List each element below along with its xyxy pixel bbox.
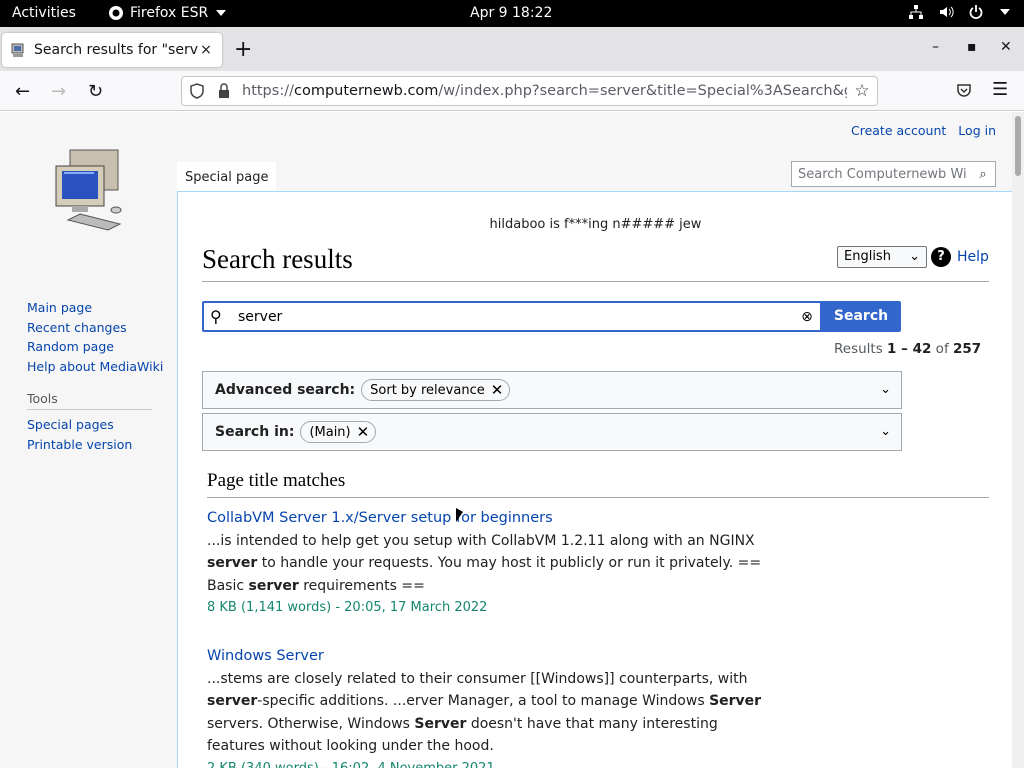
search-input-value: server: [238, 308, 283, 325]
search-match-highlight: server: [207, 693, 258, 709]
app-menu[interactable]: Firefox ESR: [108, 5, 227, 21]
computer-favicon-icon: [11, 43, 24, 57]
network-icon: [909, 5, 923, 19]
page-scrollbar[interactable]: [1012, 112, 1024, 768]
snippet-text: servers. Otherwise, Windows: [207, 715, 415, 732]
close-window-icon[interactable]: ✕: [1000, 39, 1012, 55]
power-icon: [969, 5, 983, 19]
nav-main-page[interactable]: Main page: [27, 298, 163, 318]
pocket-icon[interactable]: [956, 83, 972, 99]
hamburger-menu-icon[interactable]: ☰: [992, 79, 1008, 100]
system-top-bar: Activities Firefox ESR Apr 9 18:22: [0, 0, 1024, 27]
new-tab-button[interactable]: +: [234, 37, 252, 62]
chevron-down-icon[interactable]: ⌄: [880, 382, 891, 397]
search-in-label: Search in:: [215, 424, 295, 440]
search-result: CollabVM Server 1.x/Server setup for beg…: [207, 507, 767, 620]
log-in-link[interactable]: Log in: [958, 123, 996, 138]
nav-help[interactable]: Help about MediaWiki: [27, 357, 163, 377]
chip-remove-icon[interactable]: ✕: [491, 381, 504, 399]
result-meta: 2 KB (340 words) - 16:02, 4 November 202…: [207, 760, 495, 768]
nav-recent-changes[interactable]: Recent changes: [27, 318, 163, 338]
firefox-icon: [109, 6, 123, 20]
tab-strip: Search results for "server × + – ▪ ✕: [0, 27, 1024, 71]
maximize-icon[interactable]: ▪: [967, 39, 977, 55]
results-count: Results 1 – 42 of 257: [834, 341, 982, 357]
tab-special-page[interactable]: Special page: [177, 162, 276, 192]
chevron-down-icon: [216, 10, 227, 16]
namespace-chip[interactable]: (Main) ✕: [300, 421, 377, 443]
snippet-text: ...is intended to help get you setup wit…: [207, 532, 755, 549]
search-icon: ⚲: [210, 307, 222, 326]
help-icon: ?: [931, 247, 951, 267]
tools-list: Special pages Printable version: [27, 415, 132, 454]
section-heading: Page title matches: [207, 470, 989, 498]
tools-printable-version[interactable]: Printable version: [27, 435, 132, 455]
computer-logo-icon[interactable]: [50, 148, 128, 232]
shield-icon[interactable]: [190, 83, 204, 99]
tab-close-icon[interactable]: ×: [198, 42, 214, 58]
result-title-link[interactable]: CollabVM Server 1.x/Server setup for beg…: [207, 507, 767, 530]
clear-icon[interactable]: ⊗: [794, 309, 820, 325]
search-match-highlight: Server: [414, 715, 467, 732]
wiki-header-search[interactable]: Search Computernewb Wi ⌕: [791, 161, 996, 187]
advanced-search-panel[interactable]: Advanced search: Sort by relevance ✕ ⌄: [202, 371, 902, 409]
app-menu-label: Firefox ESR: [130, 5, 209, 21]
lock-icon[interactable]: [218, 83, 230, 99]
personal-tools: Create account Log in: [851, 123, 996, 138]
activities-button[interactable]: Activities: [12, 5, 76, 21]
result-snippet: ...stems are closely related to their co…: [207, 668, 767, 758]
create-account-link[interactable]: Create account: [851, 123, 946, 138]
clock[interactable]: Apr 9 18:22: [470, 5, 552, 21]
navigation-toolbar: ← → ↻ https://computernewb.com/w/index.p…: [0, 71, 1024, 111]
back-arrow-icon[interactable]: ←: [15, 81, 30, 102]
forward-arrow-icon[interactable]: →: [51, 81, 66, 102]
tools-special-pages[interactable]: Special pages: [27, 415, 132, 435]
language-select[interactable]: English ⌄: [837, 246, 927, 268]
result-snippet: ...is intended to help get you setup wit…: [207, 530, 767, 598]
nav-random-page[interactable]: Random page: [27, 337, 163, 357]
chevron-down-icon[interactable]: ⌄: [880, 424, 891, 439]
search-result: Windows Server ...stems are closely rela…: [207, 645, 767, 768]
system-menu[interactable]: [908, 4, 1010, 20]
snippet-text: ...stems are closely related to their co…: [207, 670, 748, 687]
result-title-link[interactable]: Windows Server: [207, 645, 767, 668]
search-in-panel[interactable]: Search in: (Main) ✕ ⌄: [202, 413, 902, 451]
sort-chip[interactable]: Sort by relevance ✕: [361, 379, 511, 401]
wiki-sidebar: Main page Recent changes Random page Hel…: [0, 112, 176, 768]
navigation-list: Main page Recent changes Random page Hel…: [27, 298, 163, 376]
url-text: https://computernewb.com/w/index.php?sea…: [242, 83, 847, 99]
language-value: English: [844, 249, 891, 264]
tools-heading: Tools: [27, 391, 152, 410]
scrollbar-thumb[interactable]: [1015, 116, 1021, 176]
snippet-text: requirements ==: [298, 577, 425, 594]
browser-tab[interactable]: Search results for "server ×: [2, 33, 222, 67]
web-page: Main page Recent changes Random page Hel…: [0, 112, 1012, 768]
search-icon[interactable]: ⌕: [971, 167, 995, 182]
chip-remove-icon[interactable]: ✕: [357, 423, 370, 441]
site-notice: hildaboo is f***ing n##### jew: [489, 217, 702, 232]
search-match-highlight: Server: [709, 693, 762, 709]
search-match-highlight: server: [248, 577, 299, 594]
snippet-text: -specific additions. ...erver Manager, a…: [257, 693, 710, 709]
search-input[interactable]: ⚲ server ⊗: [202, 301, 822, 332]
chevron-down-icon: ⌄: [909, 249, 920, 264]
help-link[interactable]: ? Help: [931, 247, 989, 267]
search-match-highlight: server: [207, 555, 258, 571]
advanced-search-label: Advanced search:: [215, 382, 356, 398]
minimize-icon[interactable]: –: [932, 39, 939, 55]
chevron-down-icon: [1000, 9, 1010, 15]
main-content: hildaboo is f***ing n##### jew Search re…: [177, 191, 1012, 768]
help-label: Help: [957, 249, 989, 265]
bookmark-star-icon[interactable]: ☆: [847, 81, 877, 101]
search-button[interactable]: Search: [821, 301, 901, 332]
result-meta: 8 KB (1,141 words) - 20:05, 17 March 202…: [207, 600, 488, 615]
mouse-cursor-icon: [456, 508, 463, 522]
tab-title: Search results for "server: [34, 42, 198, 58]
reload-icon[interactable]: ↻: [88, 81, 103, 102]
volume-icon: [940, 6, 954, 18]
url-bar[interactable]: https://computernewb.com/w/index.php?sea…: [181, 76, 878, 106]
header-search-placeholder: Search Computernewb Wi: [798, 166, 967, 182]
